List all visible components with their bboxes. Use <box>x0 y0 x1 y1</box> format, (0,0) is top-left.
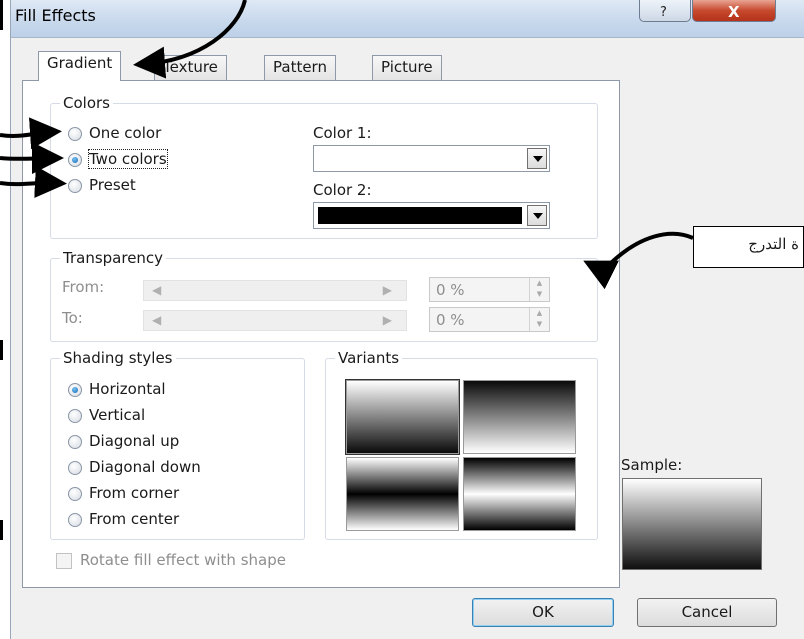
svg-text:X: X <box>728 3 740 21</box>
radio-two-colors-indicator <box>68 153 82 167</box>
spinner-buttons: ▲ ▼ <box>529 308 549 331</box>
annotation-text: ة التدرج <box>748 235 799 253</box>
help-button[interactable]: ? <box>639 0 691 22</box>
tab-gradient-label: Gradient <box>47 54 113 72</box>
transparency-to-slider[interactable]: ◀ ▶ <box>143 310 407 331</box>
title-bar: Fill Effects ? X <box>11 0 804 38</box>
tab-pattern[interactable]: Pattern <box>264 55 336 81</box>
ok-button[interactable]: OK <box>472 598 614 627</box>
edge-mark <box>0 520 3 540</box>
radio-horizontal-label: Horizontal <box>89 380 166 398</box>
transparency-to-label: To: <box>62 309 83 327</box>
transparency-group-label: Transparency <box>60 249 167 267</box>
variant-tile-4[interactable] <box>463 457 576 531</box>
cancel-button[interactable]: Cancel <box>637 598 777 627</box>
slider-left-arrow-icon: ◀ <box>152 313 162 327</box>
radio-preset-indicator <box>68 179 82 193</box>
svg-text:?: ? <box>660 5 667 20</box>
spin-down-icon[interactable]: ▼ <box>530 289 549 300</box>
tab-texture[interactable]: Texture <box>154 55 227 81</box>
dialog-title: Fill Effects <box>15 6 96 25</box>
color-2-dropdown[interactable] <box>313 202 550 229</box>
radio-vertical-indicator <box>68 409 82 423</box>
spin-up-icon[interactable]: ▲ <box>530 308 549 319</box>
slider-right-arrow-icon: ▶ <box>382 283 392 297</box>
sample-label: Sample: <box>621 456 683 474</box>
color-2-label: Color 2: <box>313 181 372 199</box>
color-1-dropdown[interactable] <box>313 145 550 172</box>
radio-horizontal-indicator <box>68 383 82 397</box>
shading-styles-group-label: Shading styles <box>60 349 176 367</box>
tab-picture-label: Picture <box>381 58 433 76</box>
sample-preview <box>622 478 762 570</box>
edge-mark <box>0 340 3 360</box>
radio-preset-label: Preset <box>89 176 136 194</box>
transparency-from-value: 0 % <box>436 281 465 299</box>
variant-tile-3[interactable] <box>346 457 459 531</box>
rotate-fill-label: Rotate fill effect with shape <box>80 551 286 569</box>
variants-group-label: Variants <box>335 349 403 367</box>
radio-diagonal-up-indicator <box>68 435 82 449</box>
transparency-from-spinner[interactable]: 0 % ▲ ▼ <box>429 277 550 302</box>
chevron-down-icon[interactable] <box>527 148 547 169</box>
radio-vertical-label: Vertical <box>89 406 146 424</box>
radio-from-corner-label: From corner <box>89 484 180 502</box>
close-icon: X <box>728 3 740 21</box>
radio-from-corner-indicator <box>68 487 82 501</box>
edge-mark <box>0 0 3 30</box>
annotation-callout: ة التدرج <box>693 226 804 268</box>
help-icon: ? <box>660 5 667 20</box>
slider-right-arrow-icon: ▶ <box>382 313 392 327</box>
radio-two-colors-label: Two colors <box>88 149 168 169</box>
variant-tile-2[interactable] <box>463 380 576 454</box>
spin-down-icon[interactable]: ▼ <box>530 319 549 330</box>
radio-one-color-indicator <box>68 127 82 141</box>
rotate-fill-checkbox[interactable] <box>56 553 72 569</box>
spin-up-icon[interactable]: ▲ <box>530 278 549 289</box>
ok-button-label: OK <box>532 603 554 621</box>
tab-gradient[interactable]: Gradient <box>38 51 122 81</box>
variant-tile-1[interactable] <box>345 379 460 455</box>
spinner-buttons: ▲ ▼ <box>529 278 549 301</box>
radio-diagonal-down-label: Diagonal down <box>89 458 201 476</box>
chevron-down-icon[interactable] <box>527 205 547 226</box>
colors-group-label: Colors <box>60 94 113 112</box>
transparency-to-spinner[interactable]: 0 % ▲ ▼ <box>429 307 550 332</box>
tab-texture-label: Texture <box>163 58 218 76</box>
cancel-button-label: Cancel <box>681 603 733 621</box>
slider-left-arrow-icon: ◀ <box>152 283 162 297</box>
radio-from-center-indicator <box>68 513 82 527</box>
color-1-swatch <box>318 150 522 167</box>
transparency-from-label: From: <box>62 278 105 296</box>
color-1-label: Color 1: <box>313 124 372 142</box>
color-2-swatch <box>318 207 522 224</box>
radio-diagonal-up-label: Diagonal up <box>89 432 180 450</box>
close-button[interactable]: X <box>692 0 776 22</box>
tab-picture[interactable]: Picture <box>372 55 442 81</box>
transparency-to-value: 0 % <box>436 311 465 329</box>
radio-diagonal-down-indicator <box>68 461 82 475</box>
radio-from-center-label: From center <box>89 510 180 528</box>
radio-one-color-label: One color <box>89 124 162 142</box>
transparency-from-slider[interactable]: ◀ ▶ <box>143 280 407 301</box>
tab-pattern-label: Pattern <box>273 58 327 76</box>
